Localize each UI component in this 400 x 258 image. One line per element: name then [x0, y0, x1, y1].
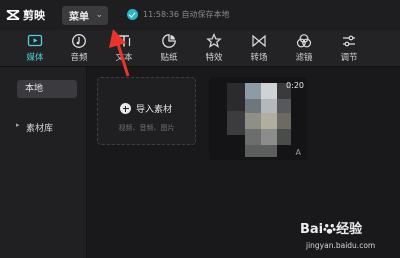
baidu-paw-icon [323, 224, 336, 234]
watermark-url: jingyan.baidu.com [306, 241, 376, 250]
baidu-watermark: Bai 经验 jingyan.baidu.com [300, 218, 396, 256]
watermark-brand: Bai 经验 [300, 222, 363, 237]
